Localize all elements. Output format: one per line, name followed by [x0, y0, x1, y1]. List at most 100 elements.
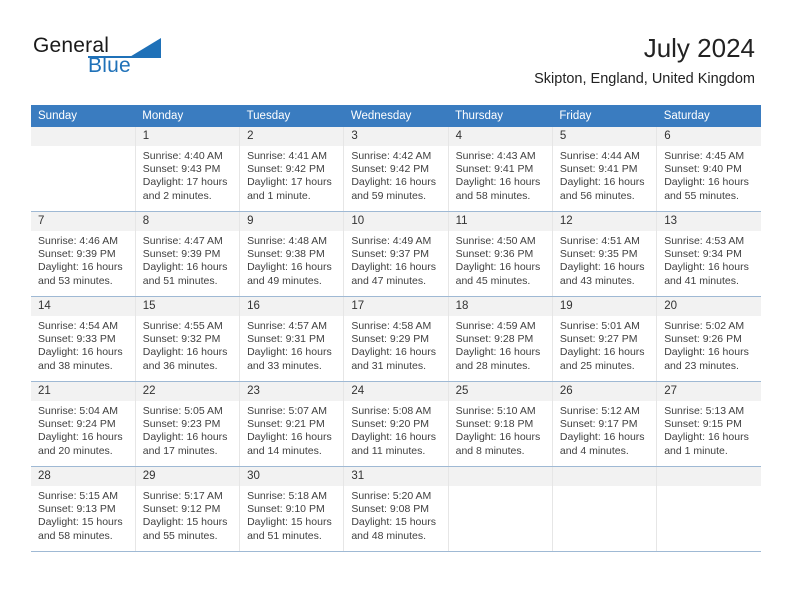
calendar-day-cell-inner: 28 Sunrise: 5:15 AM Sunset: 9:13 PM Dayligh… — [31, 467, 135, 551]
calendar-day-cell[interactable]: 2 Sunrise: 4:41 AM Sunset: 9:42 PM Daylight… — [239, 127, 345, 212]
calendar-day-number: 27 — [657, 382, 761, 401]
calendar-day-cell[interactable]: 20 Sunrise: 5:02 AM Sunset: 9:26 PM Dayligh… — [656, 296, 761, 382]
calendar-day-number: 5 — [552, 127, 657, 146]
daylight-text: Daylight: 16 hours and 58 minutes. — [455, 176, 541, 202]
calendar-day-cell-inner: 27 Sunrise: 5:13 AM Sunset: 9:15 PM Dayligh… — [657, 382, 761, 466]
calendar-day-details: Sunrise: 5:01 AM Sunset: 9:27 PM Daylight:… — [553, 316, 656, 373]
calendar-day-cell[interactable]: 21 Sunrise: 5:04 AM Sunset: 9:24 PM Dayligh… — [31, 381, 136, 467]
calendar-day-details: Sunrise: 5:04 AM Sunset: 9:24 PM Daylight:… — [31, 401, 135, 458]
daylight-text: Daylight: 16 hours and 4 minutes. — [559, 431, 645, 457]
sunrise-text: Sunrise: 5:07 AM — [247, 405, 328, 417]
calendar-day-number: 12 — [552, 212, 657, 231]
sunset-text: Sunset: 9:41 PM — [559, 163, 638, 176]
general-blue-logo[interactable]: General Blue — [33, 34, 213, 84]
calendar-day-cell-inner: 16 Sunrise: 4:57 AM Sunset: 9:31 PM Dayligh… — [240, 297, 344, 381]
daylight-text: Daylight: 15 hours and 48 minutes. — [351, 516, 436, 542]
calendar-day-cell[interactable]: 7 Sunrise: 4:46 AM Sunset: 9:39 PM Daylight… — [31, 211, 136, 297]
calendar-day-cell-inner: 22 Sunrise: 5:05 AM Sunset: 9:23 PM Dayligh… — [135, 382, 240, 466]
page-subtitle-location: Skipton, England, United Kingdom — [534, 71, 755, 87]
calendar-day-details: Sunrise: 4:41 AM Sunset: 9:42 PM Daylight:… — [240, 146, 343, 203]
sunset-text: Sunset: 9:40 PM — [664, 163, 742, 176]
calendar-day-cell[interactable]: 15 Sunrise: 4:55 AM Sunset: 9:32 PM Dayligh… — [135, 296, 241, 382]
calendar-day-cell-inner: 29 Sunrise: 5:17 AM Sunset: 9:12 PM Dayligh… — [135, 467, 240, 551]
calendar-day-cell[interactable]: 30 Sunrise: 5:18 AM Sunset: 9:10 PM Dayligh… — [239, 466, 345, 552]
calendar-day-cell[interactable]: 18 Sunrise: 4:59 AM Sunset: 9:28 PM Dayligh… — [448, 296, 553, 382]
calendar-day-cell[interactable]: 13 Sunrise: 4:53 AM Sunset: 9:34 PM Dayligh… — [656, 211, 761, 297]
calendar-day-cell[interactable]: 16 Sunrise: 4:57 AM Sunset: 9:31 PM Dayligh… — [239, 296, 345, 382]
calendar-day-number: 14 — [31, 297, 135, 316]
sunrise-text: Sunrise: 5:18 AM — [247, 490, 328, 502]
weekday-header-saturday: Saturday — [656, 105, 761, 127]
calendar-day-details: Sunrise: 5:20 AM Sunset: 9:08 PM Daylight:… — [344, 486, 447, 543]
calendar-day-cell[interactable]: 26 Sunrise: 5:12 AM Sunset: 9:17 PM Dayligh… — [552, 381, 658, 467]
calendar-day-cell[interactable]: 31 Sunrise: 5:20 AM Sunset: 9:08 PM Dayligh… — [343, 466, 449, 552]
daylight-text: Daylight: 16 hours and 56 minutes. — [559, 176, 645, 202]
calendar-day-number: 25 — [448, 382, 552, 401]
calendar-day-cell-inner: 12 Sunrise: 4:51 AM Sunset: 9:35 PM Dayligh… — [552, 212, 657, 296]
calendar-day-cell-inner — [448, 467, 552, 551]
calendar-day-cell-inner: 25 Sunrise: 5:10 AM Sunset: 9:18 PM Dayligh… — [448, 382, 552, 466]
calendar-day-number: 22 — [135, 382, 240, 401]
calendar-day-cell[interactable]: 9 Sunrise: 4:48 AM Sunset: 9:38 PM Daylight… — [239, 211, 345, 297]
month-calendar: Sunday Monday Tuesday Wednesday Thursday… — [31, 105, 761, 552]
calendar-day-cell-inner: 24 Sunrise: 5:08 AM Sunset: 9:20 PM Dayligh… — [344, 382, 448, 466]
weekday-header-tuesday: Tuesday — [239, 105, 344, 127]
sunrise-text: Sunrise: 4:59 AM — [455, 320, 536, 332]
calendar-day-cell[interactable]: 3 Sunrise: 4:42 AM Sunset: 9:42 PM Daylight… — [343, 127, 449, 212]
sunrise-text: Sunrise: 4:46 AM — [38, 235, 118, 247]
calendar-week-row: 7 Sunrise: 4:46 AM Sunset: 9:39 PM Daylight… — [31, 211, 761, 297]
calendar-day-details: Sunrise: 4:50 AM Sunset: 9:36 PM Daylight:… — [449, 231, 552, 288]
sunset-text: Sunset: 9:32 PM — [142, 333, 221, 346]
calendar-day-cell-inner: 30 Sunrise: 5:18 AM Sunset: 9:10 PM Dayligh… — [240, 467, 344, 551]
daylight-text: Daylight: 16 hours and 28 minutes. — [455, 346, 541, 372]
sunrise-text: Sunrise: 5:04 AM — [38, 405, 118, 417]
calendar-day-details: Sunrise: 5:13 AM Sunset: 9:15 PM Daylight:… — [657, 401, 761, 458]
sunset-text: Sunset: 9:18 PM — [455, 418, 534, 431]
calendar-week-row: 14 Sunrise: 4:54 AM Sunset: 9:33 PM Dayligh… — [31, 296, 761, 382]
calendar-day-cell[interactable]: 4 Sunrise: 4:43 AM Sunset: 9:41 PM Daylight… — [448, 127, 553, 212]
weekday-header-row: Sunday Monday Tuesday Wednesday Thursday… — [31, 105, 761, 127]
calendar-day-details: Sunrise: 5:15 AM Sunset: 9:13 PM Daylight:… — [31, 486, 135, 543]
sunrise-text: Sunrise: 5:17 AM — [142, 490, 223, 502]
calendar-day-cell-inner: 26 Sunrise: 5:12 AM Sunset: 9:17 PM Dayligh… — [552, 382, 657, 466]
daylight-text: Daylight: 16 hours and 36 minutes. — [142, 346, 228, 372]
calendar-day-cell[interactable]: 6 Sunrise: 4:45 AM Sunset: 9:40 PM Daylight… — [656, 127, 761, 212]
calendar-day-cell[interactable]: 25 Sunrise: 5:10 AM Sunset: 9:18 PM Dayligh… — [448, 381, 553, 467]
calendar-day-cell[interactable]: 14 Sunrise: 4:54 AM Sunset: 9:33 PM Dayligh… — [31, 296, 136, 382]
calendar-day-cell-inner: 20 Sunrise: 5:02 AM Sunset: 9:26 PM Dayligh… — [657, 297, 761, 381]
calendar-day-cell[interactable]: 24 Sunrise: 5:08 AM Sunset: 9:20 PM Dayligh… — [343, 381, 449, 467]
calendar-day-details: Sunrise: 4:57 AM Sunset: 9:31 PM Daylight:… — [240, 316, 343, 373]
calendar-day-details: Sunrise: 5:10 AM Sunset: 9:18 PM Daylight:… — [449, 401, 552, 458]
calendar-day-cell[interactable]: 28 Sunrise: 5:15 AM Sunset: 9:13 PM Dayligh… — [31, 466, 136, 552]
calendar-day-cell[interactable]: 11 Sunrise: 4:50 AM Sunset: 9:36 PM Dayligh… — [448, 211, 553, 297]
sunset-text: Sunset: 9:39 PM — [38, 248, 116, 261]
sunset-text: Sunset: 9:24 PM — [38, 418, 116, 431]
calendar-day-details: Sunrise: 5:18 AM Sunset: 9:10 PM Daylight:… — [240, 486, 343, 543]
calendar-day-cell[interactable]: 22 Sunrise: 5:05 AM Sunset: 9:23 PM Dayligh… — [135, 381, 241, 467]
sunrise-text: Sunrise: 4:50 AM — [455, 235, 536, 247]
sunset-text: Sunset: 9:37 PM — [351, 248, 429, 261]
calendar-day-cell[interactable]: 8 Sunrise: 4:47 AM Sunset: 9:39 PM Daylight… — [135, 211, 241, 297]
calendar-day-cell[interactable]: 12 Sunrise: 4:51 AM Sunset: 9:35 PM Dayligh… — [552, 211, 658, 297]
sunset-text: Sunset: 9:13 PM — [38, 503, 116, 516]
sunset-text: Sunset: 9:28 PM — [455, 333, 534, 346]
calendar-day-cell[interactable]: 27 Sunrise: 5:13 AM Sunset: 9:15 PM Dayligh… — [656, 381, 761, 467]
calendar-day-number: 23 — [240, 382, 344, 401]
calendar-day-cell[interactable]: 10 Sunrise: 4:49 AM Sunset: 9:37 PM Dayligh… — [343, 211, 449, 297]
calendar-day-cell[interactable]: 1 Sunrise: 4:40 AM Sunset: 9:43 PM Daylight… — [135, 127, 241, 212]
calendar-day-cell[interactable]: 17 Sunrise: 4:58 AM Sunset: 9:29 PM Dayligh… — [343, 296, 449, 382]
calendar-day-number: 19 — [552, 297, 657, 316]
calendar-week-row: 21 Sunrise: 5:04 AM Sunset: 9:24 PM Dayligh… — [31, 381, 761, 467]
calendar-day-cell[interactable]: 29 Sunrise: 5:17 AM Sunset: 9:12 PM Dayligh… — [135, 466, 241, 552]
calendar-day-number: 20 — [657, 297, 761, 316]
sunrise-text: Sunrise: 5:10 AM — [455, 405, 536, 417]
daylight-text: Daylight: 16 hours and 51 minutes. — [142, 261, 228, 287]
calendar-day-cell-inner: 14 Sunrise: 4:54 AM Sunset: 9:33 PM Dayligh… — [31, 297, 135, 381]
calendar-day-cell-empty — [552, 466, 658, 552]
calendar-day-cell[interactable]: 23 Sunrise: 5:07 AM Sunset: 9:21 PM Dayligh… — [239, 381, 345, 467]
calendar-day-cell[interactable]: 5 Sunrise: 4:44 AM Sunset: 9:41 PM Daylight… — [552, 127, 658, 212]
calendar-day-cell-inner: 4 Sunrise: 4:43 AM Sunset: 9:41 PM Daylight… — [448, 127, 552, 211]
daylight-text: Daylight: 17 hours and 2 minutes. — [142, 176, 228, 202]
calendar-day-cell[interactable]: 19 Sunrise: 5:01 AM Sunset: 9:27 PM Dayligh… — [552, 296, 658, 382]
calendar-day-details: Sunrise: 4:53 AM Sunset: 9:34 PM Daylight:… — [657, 231, 761, 288]
